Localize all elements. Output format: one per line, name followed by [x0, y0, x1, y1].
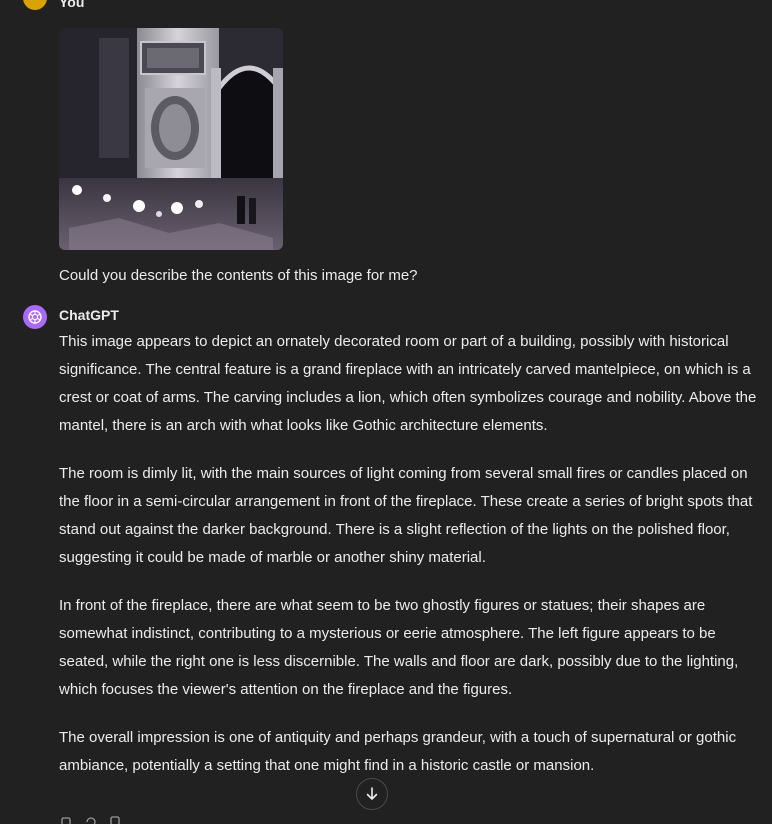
- user-name: You: [59, 0, 85, 10]
- answer-paragraph: In front of the fireplace, there are wha…: [59, 597, 739, 698]
- answer-paragraph: The overall impression is one of antiqui…: [59, 729, 737, 774]
- assistant-name: ChatGPT: [59, 307, 119, 323]
- uploaded-image[interactable]: [59, 28, 283, 250]
- user-message: Could you describe the contents of this …: [59, 267, 418, 284]
- thumbs-down-icon[interactable]: [108, 815, 122, 824]
- arrow-down-icon: [366, 787, 378, 800]
- fireplace-photo: [59, 28, 283, 250]
- user-avatar-icon: [23, 0, 47, 10]
- copy-icon[interactable]: [60, 815, 74, 824]
- answer-paragraph: This image appears to depict an ornately…: [59, 333, 757, 434]
- assistant-message: This image appears to depict an ornately…: [59, 328, 759, 800]
- answer-paragraph: The room is dimly lit, with the main sou…: [59, 465, 753, 566]
- message-actions: [60, 815, 122, 824]
- regenerate-icon[interactable]: [84, 815, 98, 824]
- openai-logo-icon: [23, 305, 47, 329]
- chat-thread: You Could you describe the contents of t…: [0, 0, 772, 824]
- scroll-down-button[interactable]: [356, 778, 388, 810]
